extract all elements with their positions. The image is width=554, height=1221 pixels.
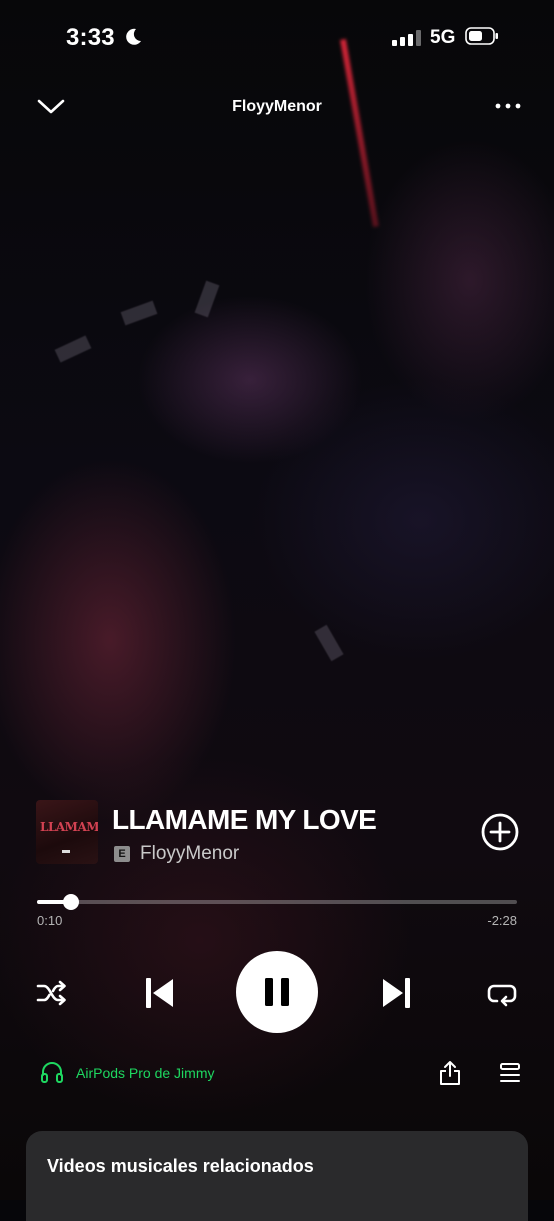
background-detail [54, 335, 92, 363]
header-title: FloyyMenor [232, 98, 322, 115]
shuffle-icon[interactable] [36, 978, 68, 1008]
pause-button[interactable] [236, 951, 318, 1033]
background-detail [194, 280, 220, 318]
explicit-badge: E [114, 846, 130, 862]
cover-mark [62, 850, 70, 853]
network-type: 5G [430, 27, 456, 48]
more-icon[interactable] [494, 102, 522, 110]
signal-icon [392, 30, 421, 46]
repeat-icon[interactable] [486, 979, 518, 1009]
artist-name[interactable]: FloyyMenor [140, 843, 239, 865]
share-icon[interactable] [438, 1060, 462, 1086]
headphones-icon [41, 1062, 63, 1083]
related-videos-card[interactable]: Videos musicales relacionados [26, 1131, 528, 1221]
moon-icon [126, 28, 141, 45]
cover-text: LLAMAME [40, 820, 98, 834]
battery-icon [465, 27, 498, 45]
previous-icon[interactable] [144, 976, 176, 1010]
song-title[interactable]: LLAMAME MY LOVE [112, 804, 377, 836]
remaining-time: -2:28 [487, 913, 517, 928]
album-cover[interactable]: LLAMAME [36, 800, 98, 864]
progress-knob[interactable] [63, 894, 79, 910]
related-videos-title: Videos musicales relacionados [47, 1156, 314, 1176]
status-time: 3:33 [66, 24, 115, 51]
background-detail [314, 624, 344, 662]
player-header: FloyyMenor [0, 88, 554, 128]
queue-icon[interactable] [498, 1061, 522, 1085]
add-circle-icon[interactable] [480, 812, 520, 852]
progress-bar[interactable] [37, 894, 517, 910]
device-label: AirPods Pro de Jimmy [76, 1065, 215, 1081]
status-bar: 3:33 5G [0, 0, 554, 74]
pause-icon [265, 978, 289, 1006]
background-detail [120, 300, 158, 326]
track-info: LLAMAME LLAMAME MY LOVE E FloyyMenor [0, 800, 554, 870]
next-icon[interactable] [380, 976, 412, 1010]
elapsed-time: 0:10 [37, 913, 63, 928]
